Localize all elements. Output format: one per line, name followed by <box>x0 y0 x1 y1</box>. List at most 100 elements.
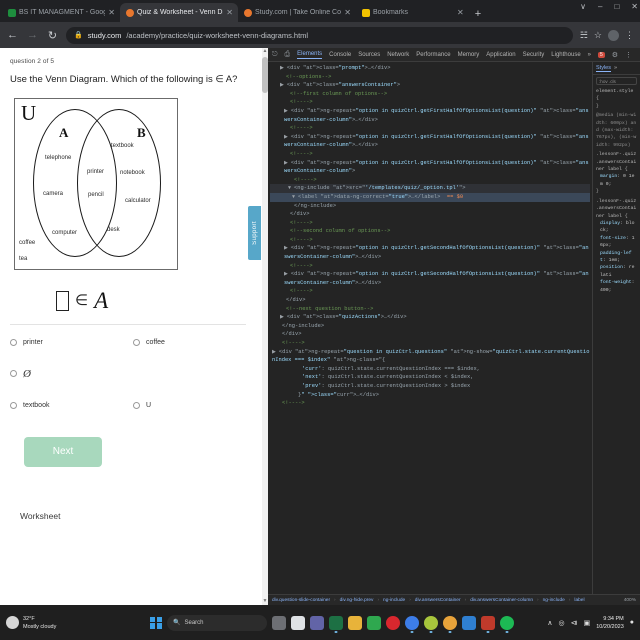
dom-node[interactable]: <!----> <box>270 262 590 271</box>
dom-node[interactable]: 'curr': quizCtrl.state.currentQuestionIn… <box>270 365 590 374</box>
onedrive-icon[interactable]: ◎ <box>559 619 565 627</box>
style-declaration[interactable]: padding-left: 1em; <box>596 250 637 265</box>
back-button[interactable]: ← <box>6 29 19 41</box>
chevron-down-icon[interactable]: ∨ <box>580 2 586 11</box>
dom-node[interactable]: ▶ <div "at">ng-repeat="option in quizCtr… <box>270 133 590 150</box>
devtools-tab-sources[interactable]: Sources <box>358 52 380 58</box>
dom-node[interactable]: <!----> <box>270 287 590 296</box>
address-bar[interactable]: 🔒 study.com/academy/practice/quiz-worksh… <box>66 26 573 44</box>
taskbar-app-copilot[interactable] <box>272 615 286 630</box>
answer-option-coffee[interactable]: coffee <box>133 338 256 346</box>
dom-node[interactable]: <!----> <box>270 219 590 228</box>
answer-option-u[interactable]: U <box>133 401 256 409</box>
taskbar-app-chrome-profile[interactable] <box>424 615 438 630</box>
tray-chevron-icon[interactable]: ∧ <box>547 619 552 627</box>
devtools-tab-performance[interactable]: Performance <box>416 52 450 58</box>
dom-node[interactable]: ▶ <div "at">ng-repeat="option in quizCtr… <box>270 107 590 124</box>
taskbar-app-chrome-alt[interactable] <box>443 615 457 630</box>
breadcrumb-item[interactable]: ng-include <box>383 598 405 603</box>
taskbar-app-lock[interactable] <box>367 615 381 630</box>
style-declaration[interactable]: display: block; <box>596 220 637 235</box>
style-rule[interactable]: .lessonF-.quiz .answersContainer label {… <box>593 197 640 295</box>
expand-arrow-icon[interactable]: ▶ <box>280 82 287 88</box>
tab-close-icon[interactable]: ✕ <box>344 8 351 17</box>
style-declaration[interactable]: margin: 0 1em 0; <box>596 173 637 188</box>
dom-node[interactable]: }" ">class="curr">…</div> <box>270 391 590 400</box>
devtools-tab-network[interactable]: Network <box>387 52 409 58</box>
taskbar-app-file-explorer[interactable] <box>291 615 305 630</box>
dom-node[interactable]: <!----> <box>270 124 590 133</box>
dom-node[interactable]: </div> <box>270 330 590 339</box>
device-toolbar-icon[interactable]: ⎙ <box>285 51 291 59</box>
profile-avatar[interactable] <box>608 29 619 41</box>
devtools-tab-application[interactable]: Application <box>486 52 515 58</box>
error-count-badge[interactable]: 5 <box>598 51 605 58</box>
expand-arrow-icon[interactable]: ▶ <box>284 245 291 251</box>
taskbar-app-outlook[interactable] <box>481 615 495 630</box>
support-tab[interactable]: Support <box>248 206 261 260</box>
styles-filter-input[interactable]: :hov .cls <box>596 77 637 85</box>
taskbar-search[interactable]: 🔍 Search <box>167 614 267 631</box>
radio-icon[interactable] <box>10 370 17 378</box>
new-tab-button[interactable]: + <box>469 8 487 22</box>
expand-arrow-icon[interactable]: ▶ <box>284 271 291 277</box>
next-button[interactable]: Next <box>24 436 102 467</box>
start-button[interactable] <box>150 616 162 629</box>
browser-tab-1[interactable]: Quiz & Worksheet - Venn Diagr ✕ <box>120 3 238 22</box>
taskbar-clock[interactable]: 9:34 PM 10/20/2023 <box>596 615 624 631</box>
style-declaration[interactable]: font-size: 16px; <box>596 235 637 250</box>
gear-icon[interactable]: ⚙ <box>612 51 618 59</box>
expand-arrow-icon[interactable]: ▶ <box>280 65 287 71</box>
browser-tab-3[interactable]: Bookmarks ✕ <box>356 3 469 22</box>
dom-node[interactable]: <!----> <box>270 176 590 185</box>
browser-tab-2[interactable]: Study.com | Take Online Course ✕ <box>238 3 356 22</box>
breadcrumb-item[interactable]: div.answersContainer-column <box>470 598 533 603</box>
breadcrumb-item[interactable]: ng-include <box>543 598 565 603</box>
reload-button[interactable]: ↻ <box>46 29 59 42</box>
dom-tree[interactable]: ▶ <div "at">class="prompt">…</div> <!--o… <box>268 62 592 594</box>
extensions-icon[interactable]: ☵ <box>580 30 588 41</box>
maximize-button[interactable]: □ <box>614 2 619 11</box>
expand-arrow-icon[interactable]: ▶ <box>272 349 279 355</box>
devtools-overflow-icon[interactable]: » <box>588 52 591 58</box>
dom-node[interactable]: <!----> <box>270 98 590 107</box>
dom-node[interactable]: <!----> <box>270 150 590 159</box>
devtools-tab-memory[interactable]: Memory <box>458 52 480 58</box>
tab-close-icon[interactable]: ✕ <box>108 8 115 17</box>
answer-option-empty-set[interactable]: Ø <box>10 368 133 380</box>
dom-node[interactable]: ▶ <div "at">ng-repeat="option in quizCtr… <box>270 270 590 287</box>
dom-node[interactable]: <!--next question button--> <box>270 305 590 314</box>
dom-node[interactable]: ▶ <div "at">ng-repeat="option in quizCtr… <box>270 159 590 176</box>
dom-node[interactable]: <!--options--> <box>270 73 590 82</box>
taskbar-app-excel[interactable] <box>329 615 343 630</box>
breadcrumb-item[interactable]: div.ng-hide.prev <box>340 598 374 603</box>
dom-node[interactable]: </div> <box>270 210 590 219</box>
dom-node[interactable]: <!----> <box>270 399 590 408</box>
expand-arrow-icon[interactable]: ▶ <box>284 160 291 166</box>
devtools-tab-lighthouse[interactable]: Lighthouse <box>551 52 580 58</box>
dom-node-selected[interactable]: ▼ <label "at">data-ng-correct="true">…</… <box>270 192 590 202</box>
taskbar-app-chrome[interactable] <box>405 615 419 630</box>
dom-node[interactable]: ▼ <ng-include "at">src="'/templates/quiz… <box>270 184 590 193</box>
taskbar-app-vscode[interactable] <box>462 615 476 630</box>
styles-overflow-icon[interactable]: » <box>614 65 617 71</box>
taskbar-app-folder[interactable] <box>348 615 362 630</box>
dom-node[interactable]: 'prev': quizCtrl.state.currentQuestionIn… <box>270 382 590 391</box>
dom-node[interactable]: <!----> <box>270 339 590 348</box>
dom-node[interactable]: ▶ <div "at">class="quizActions">…</div> <box>270 313 590 322</box>
dom-node[interactable]: ▶ <div "at">class="answersContainer"> <box>270 81 590 90</box>
expand-arrow-icon[interactable]: ▶ <box>284 134 291 140</box>
inspect-element-icon[interactable]: ⎋ <box>272 51 278 59</box>
style-declaration[interactable]: position: relati <box>596 264 637 279</box>
dom-node[interactable]: <!----> <box>270 236 590 245</box>
more-options-icon[interactable]: ⋮ <box>625 51 632 59</box>
style-rule[interactable]: element.style {} <box>593 87 640 111</box>
expand-arrow-icon[interactable]: ▶ <box>280 314 287 320</box>
taskbar-app-spotify[interactable] <box>500 615 514 630</box>
forward-button[interactable]: → <box>26 29 39 41</box>
dom-node[interactable]: <!--second column of options--> <box>270 227 590 236</box>
dom-node[interactable]: ▶ <div "at">ng-repeat="question in quizC… <box>270 348 590 365</box>
devtools-tab-console[interactable]: Console <box>329 52 351 58</box>
taskbar-app-teams[interactable] <box>310 615 324 630</box>
volume-icon[interactable]: ⧏ <box>571 619 578 627</box>
